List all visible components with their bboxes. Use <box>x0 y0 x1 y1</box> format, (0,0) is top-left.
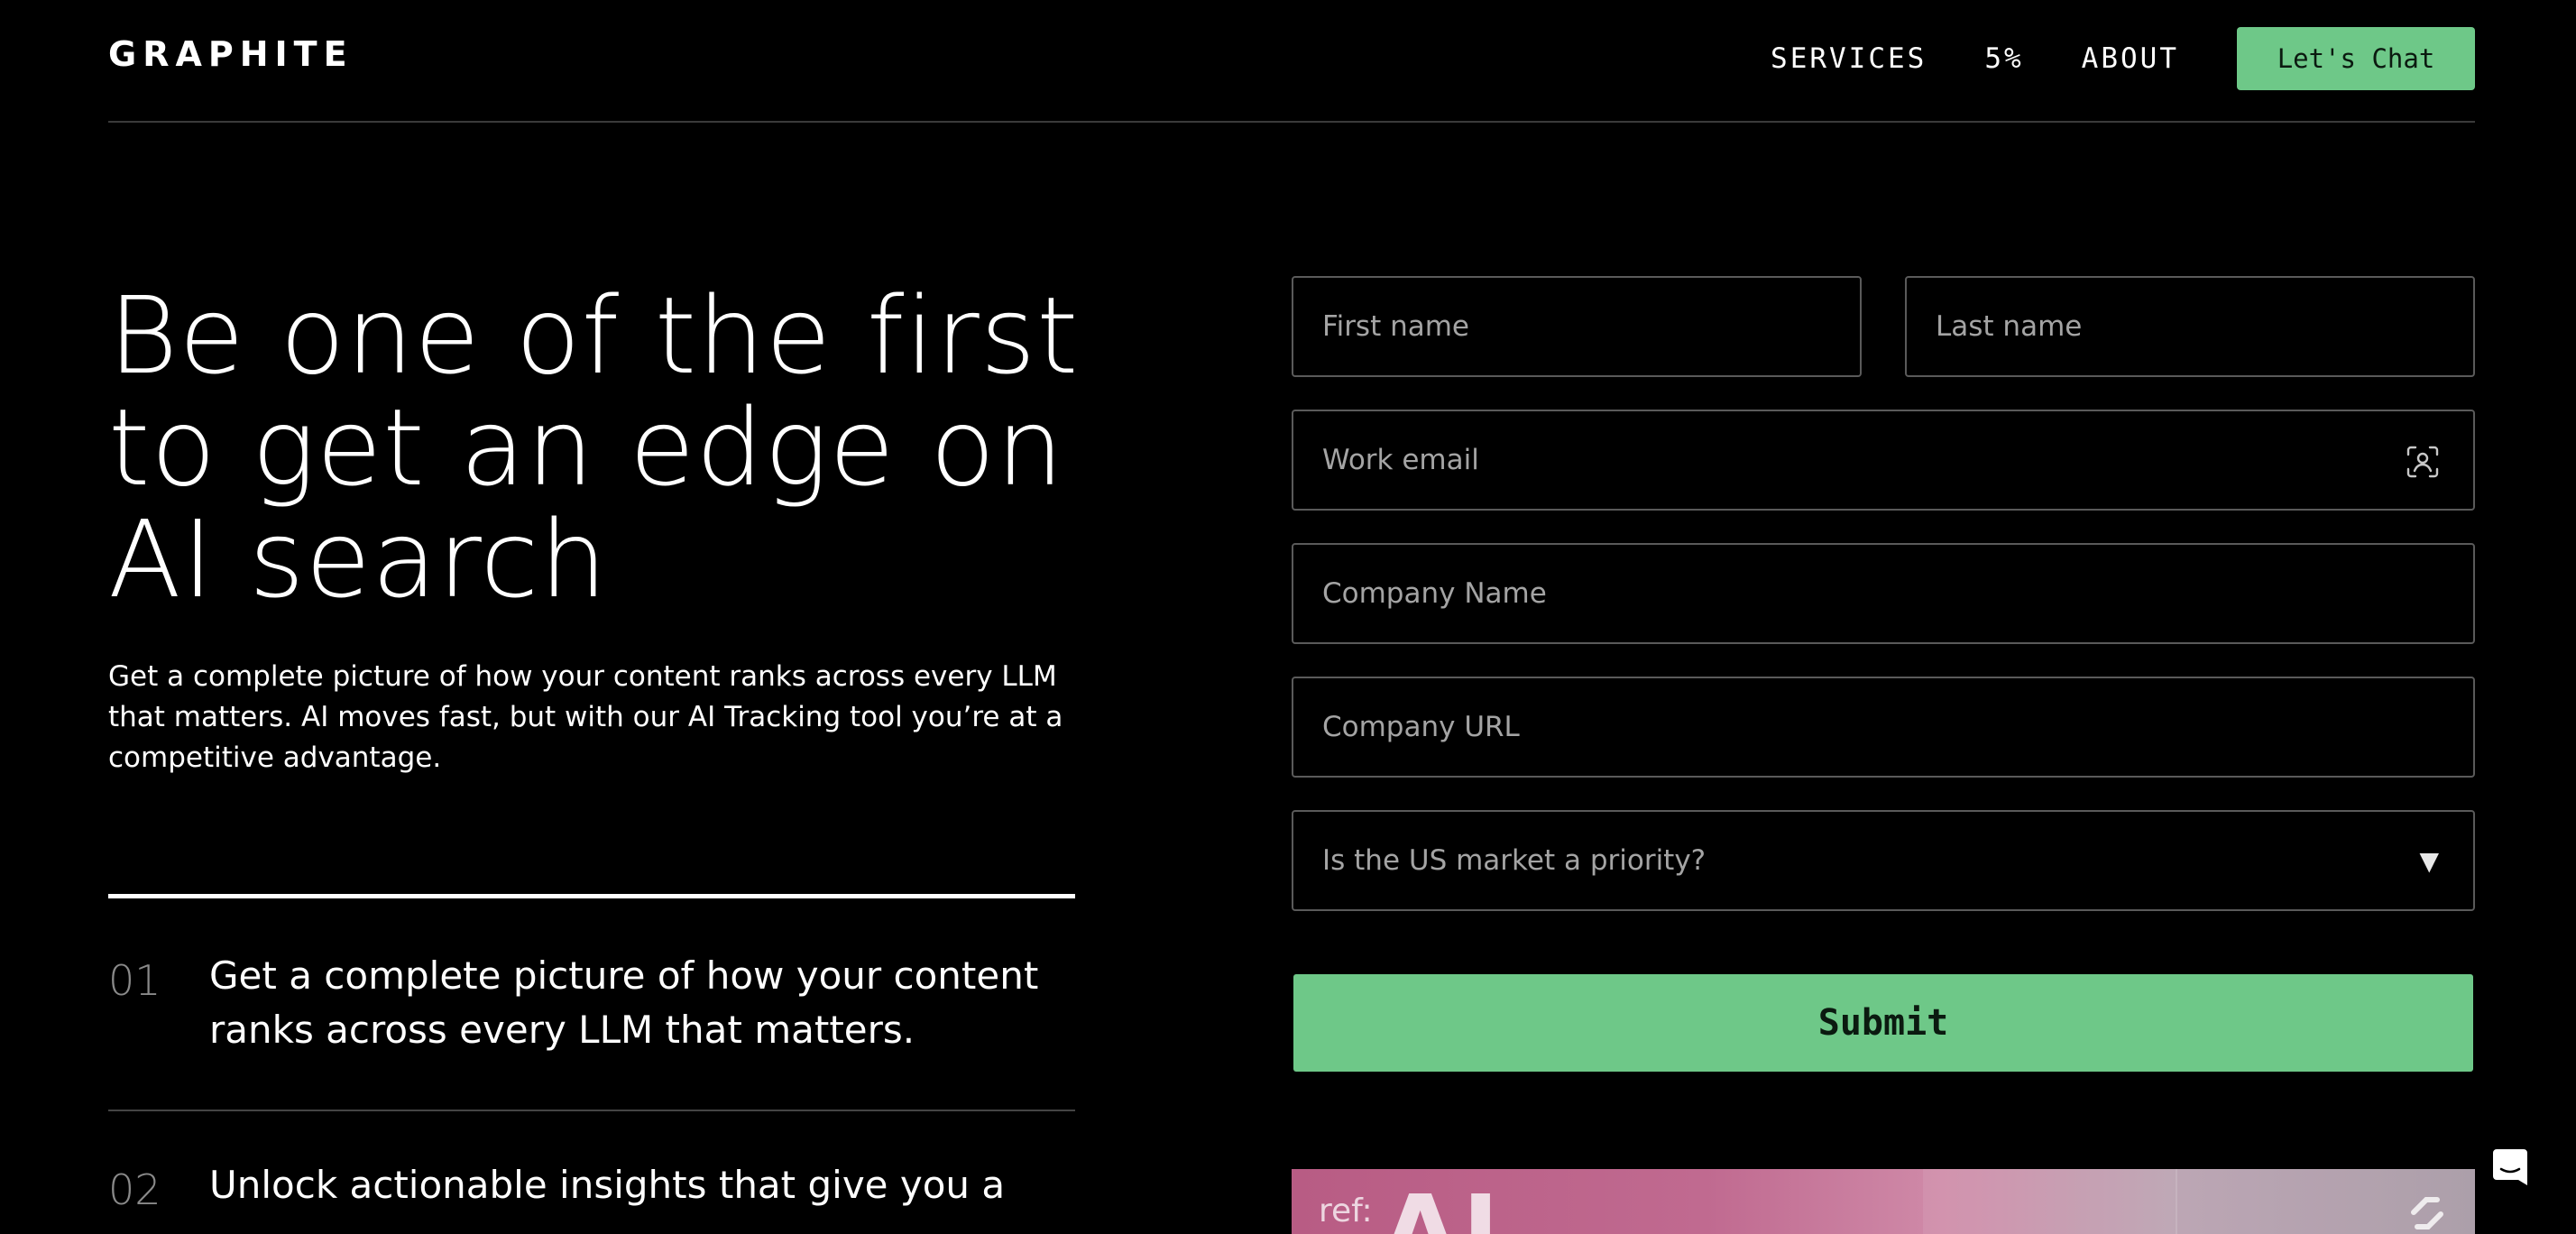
chat-bubble-glyph <box>2493 1149 2527 1185</box>
feature-item: 02 Unlock actionable insights that give … <box>108 1158 1075 1234</box>
graphite-logo[interactable]: GRAPHITE <box>108 34 354 74</box>
feature-divider <box>108 1110 1075 1111</box>
main-nav: SERVICES 5% ABOUT Let's Chat <box>1771 27 2475 90</box>
company-url-placeholder: Company URL <box>1322 711 1520 743</box>
first-name-placeholder: First name <box>1322 310 1470 343</box>
dropdown-triangle-icon: ▼ <box>2419 846 2439 876</box>
graphite-mark-icon <box>2411 1197 2443 1229</box>
work-email-placeholder: Work email <box>1322 444 1479 476</box>
lets-chat-button[interactable]: Let's Chat <box>2237 27 2475 90</box>
feature-number: 01 <box>108 956 161 1005</box>
feature-text: Unlock actionable insights that give you… <box>209 1163 1006 1207</box>
nav-about[interactable]: ABOUT <box>2082 42 2179 75</box>
company-url-field[interactable]: Company URL <box>1292 677 2475 778</box>
chat-bubble-icon[interactable] <box>2479 1137 2542 1200</box>
banner-panel <box>1923 1169 2176 1234</box>
us-market-select[interactable]: Is the US market a priority? ▼ <box>1292 810 2475 911</box>
hero-title: Be one of the first to get an edge on AI… <box>108 273 1080 622</box>
hero-subtitle: Get a complete picture of how your conte… <box>108 660 1063 774</box>
company-name-placeholder: Company Name <box>1322 577 1547 610</box>
first-name-field[interactable]: First name <box>1292 276 1862 377</box>
last-name-field[interactable]: Last name <box>1905 276 2475 377</box>
nav-five-percent[interactable]: 5% <box>1984 42 2023 75</box>
promo-banner[interactable]: ref: AI <box>1292 1169 2475 1234</box>
section-divider <box>108 894 1075 898</box>
banner-headline: AI <box>1382 1174 1504 1234</box>
nav-services[interactable]: SERVICES <box>1771 42 1927 75</box>
company-name-field[interactable]: Company Name <box>1292 543 2475 644</box>
contact-autofill-icon[interactable] <box>2405 444 2441 480</box>
feature-text: Get a complete picture of how your conte… <box>209 953 1039 1052</box>
work-email-field[interactable]: Work email <box>1292 410 2475 511</box>
banner-ref-label: ref: <box>1319 1193 1373 1229</box>
us-market-selected-value: Is the US market a priority? <box>1322 844 1707 877</box>
feature-item: 01 Get a complete picture of how your co… <box>108 949 1075 1111</box>
feature-number: 02 <box>108 1165 161 1214</box>
site-header: GRAPHITE SERVICES 5% ABOUT Let's Chat <box>108 0 2475 123</box>
submit-button[interactable]: Submit <box>1293 974 2473 1072</box>
last-name-placeholder: Last name <box>1936 310 2083 343</box>
